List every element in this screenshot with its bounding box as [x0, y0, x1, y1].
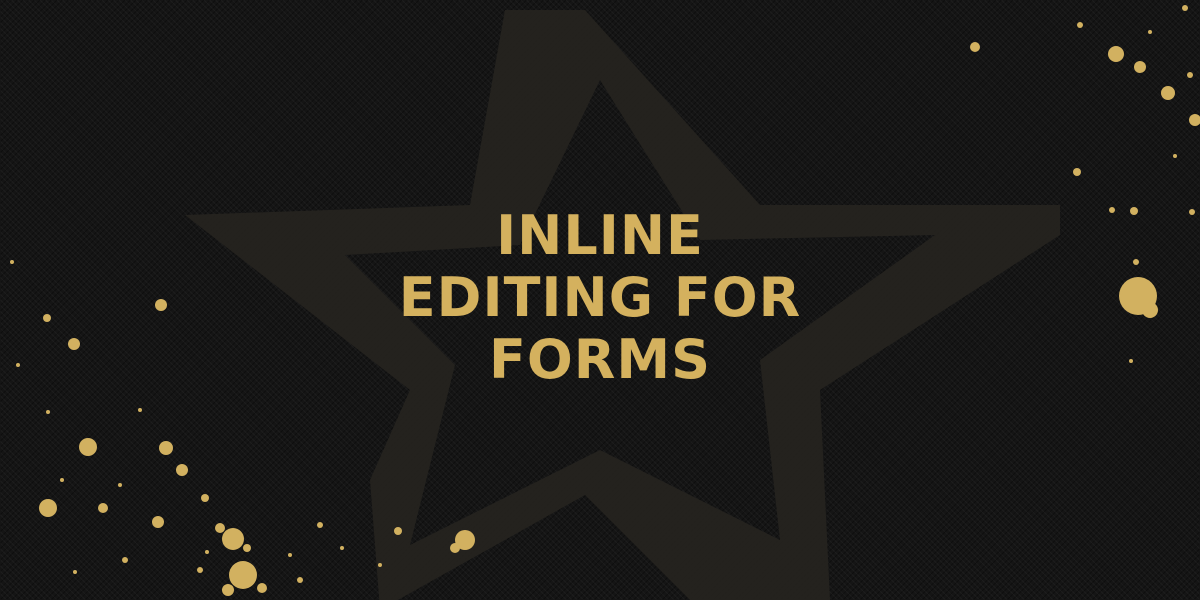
title-line-2: EDITING FOR — [398, 266, 802, 329]
title-line-1: INLINE — [496, 204, 704, 267]
page-title: INLINE EDITING FOR FORMS — [0, 205, 1200, 391]
hero-banner: INLINE EDITING FOR FORMS — [0, 0, 1200, 600]
title-line-3: FORMS — [488, 328, 711, 391]
